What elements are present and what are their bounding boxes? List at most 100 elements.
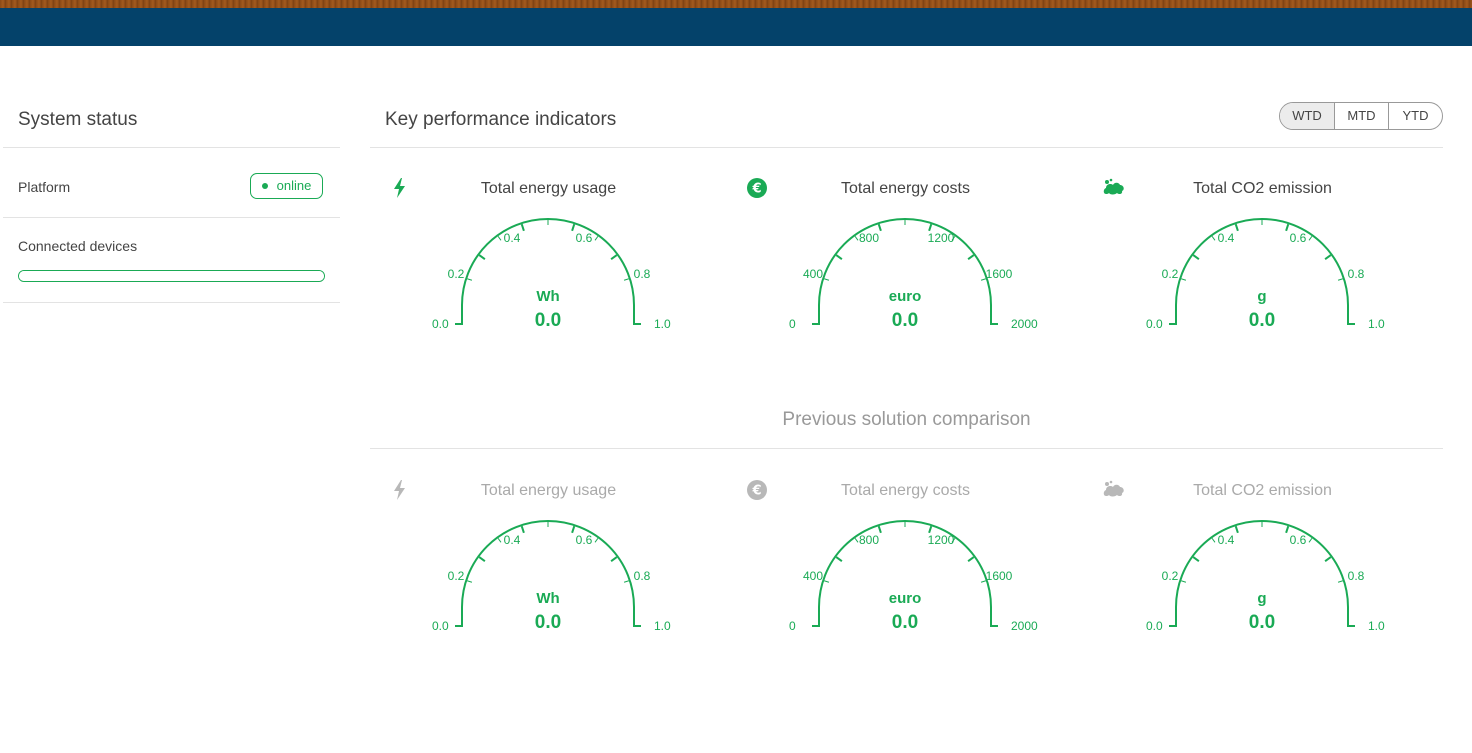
current-1-tick-label: 800 xyxy=(859,231,879,245)
kpi-card-title: Total energy usage xyxy=(480,180,617,197)
kpi-card-previous-2: Total CO2 emission 0.0 0.2 0.4 0.6 0.8 1.0 g 0.0 xyxy=(1084,450,1441,690)
previous-0-tick-label: 0.0 xyxy=(432,619,449,633)
previous-2-tick-label: 0.6 xyxy=(1290,533,1307,547)
current-2-gauge-tick xyxy=(1211,235,1216,241)
previous-2-gauge-tick xyxy=(1324,556,1332,562)
previous-2-gauge-tick xyxy=(1308,537,1313,543)
previous-0-gauge-tick xyxy=(520,525,525,534)
previous-2-gauge-tick xyxy=(1181,580,1187,583)
current-1-gauge-leg xyxy=(990,305,998,325)
current-2-tick-label: 0.2 xyxy=(1162,267,1179,281)
previous-0-tick-label: 0.6 xyxy=(576,533,593,547)
current-1-tick-label: 1200 xyxy=(928,231,955,245)
platform-status-badge: online xyxy=(250,173,323,199)
current-1-gauge: 0 400 800 1200 1600 2000 euro 0.0 xyxy=(789,218,1038,331)
current-0-gauge-tick xyxy=(467,278,473,281)
current-0-tick-label: 0.8 xyxy=(634,267,651,281)
previous-1-unit: euro xyxy=(889,590,922,607)
previous-0-gauge-tick xyxy=(478,556,486,562)
kpi-panel: Key performance indicators WTD MTD YTD Tot… xyxy=(370,96,1443,388)
kpi-card-previous-0: Total energy usage 0.0 0.2 0.4 0.6 0.8 1.0 Wh 0.… xyxy=(370,450,727,690)
previous-2-gauge-tick xyxy=(1211,537,1216,543)
current-2-gauge-tick xyxy=(1234,223,1239,232)
previous-1-tick-label: 2000 xyxy=(1011,619,1038,633)
previous-1-tick-label: 1200 xyxy=(928,533,955,547)
previous-2-gauge-tick xyxy=(1285,525,1290,534)
previous-1-gauge-leg xyxy=(812,607,820,627)
connected-devices-progress-fill xyxy=(19,271,324,281)
previous-0-gauge-tick xyxy=(571,525,576,534)
previous-2-gauge-leg xyxy=(1347,607,1355,627)
current-2-gauge-leg xyxy=(1347,305,1355,325)
previous-1-value: 0.0 xyxy=(892,612,918,633)
current-1-tick-label: 2000 xyxy=(1011,317,1038,331)
previous-2-gauge-leg xyxy=(1169,607,1177,627)
previous-2-gauge-tick xyxy=(1337,580,1343,583)
current-0-gauge-tick xyxy=(571,223,576,232)
previous-0-gauge-tick xyxy=(623,580,629,583)
kpi-card-title: Total energy costs xyxy=(841,180,970,197)
connected-devices-row: Connected devices xyxy=(3,218,340,303)
top-navigation-bar xyxy=(0,8,1472,46)
current-0-gauge-tick xyxy=(497,235,502,241)
current-1-gauge-tick xyxy=(854,235,859,241)
current-0-value: 0.0 xyxy=(535,310,561,331)
current-2-gauge-tick xyxy=(1324,254,1332,260)
current-2-unit: g xyxy=(1257,288,1266,305)
previous-1-gauge-tick xyxy=(854,537,859,543)
previous-0-gauge-tick xyxy=(610,556,618,562)
current-1-value: 0.0 xyxy=(892,310,918,331)
connected-devices-label: Connected devices xyxy=(18,238,138,254)
current-1-gauge-leg xyxy=(812,305,820,325)
gauge-container: 0.0 0.2 0.4 0.6 0.8 1.0 g 0.0 xyxy=(1112,516,1412,666)
current-2-gauge-leg xyxy=(1169,305,1177,325)
previous-0-gauge: 0.0 0.2 0.4 0.6 0.8 1.0 Wh 0.0 xyxy=(432,520,671,633)
previous-1-gauge: 0 400 800 1200 1600 2000 euro 0.0 xyxy=(789,520,1038,633)
current-2-tick-label: 1.0 xyxy=(1368,317,1385,331)
kpi-gauge-row: Total energy usage 0.0 0.2 0.4 0.6 0.8 1.0 Wh 0.… xyxy=(370,148,1443,388)
period-wtd-button[interactable]: WTD xyxy=(1280,103,1334,129)
gauge-container: 0.0 0.2 0.4 0.6 0.8 1.0 Wh 0.0 xyxy=(398,516,698,666)
current-2-value: 0.0 xyxy=(1249,310,1275,331)
previous-1-tick-label: 0 xyxy=(789,619,796,633)
current-2-tick-label: 0.6 xyxy=(1290,231,1307,245)
current-0-gauge-tick xyxy=(623,278,629,281)
previous-0-gauge-tick xyxy=(497,537,502,543)
previous-2-value: 0.0 xyxy=(1249,612,1275,633)
previous-0-gauge-tick xyxy=(467,580,473,583)
period-mtd-button[interactable]: MTD xyxy=(1334,103,1388,129)
connected-devices-progress xyxy=(18,270,325,282)
current-0-tick-label: 0.4 xyxy=(504,231,521,245)
previous-2-tick-label: 0.8 xyxy=(1348,569,1365,583)
previous-1-gauge-tick xyxy=(877,525,882,534)
kpi-card-current-0: Total energy usage 0.0 0.2 0.4 0.6 0.8 1.0 Wh 0.… xyxy=(370,148,727,388)
current-1-tick-label: 1600 xyxy=(986,267,1013,281)
current-0-gauge-leg xyxy=(455,305,463,325)
current-0-tick-label: 0.2 xyxy=(448,267,465,281)
previous-2-tick-label: 0.2 xyxy=(1162,569,1179,583)
current-0-gauge-tick xyxy=(610,254,618,260)
current-2-gauge-tick xyxy=(1181,278,1187,281)
previous-1-gauge-tick xyxy=(824,580,830,583)
previous-0-gauge-leg xyxy=(455,607,463,627)
previous-0-gauge-tick xyxy=(594,537,599,543)
previous-2-tick-label: 1.0 xyxy=(1368,619,1385,633)
kpi-card-title: Total CO2 emission xyxy=(1193,482,1332,499)
previous-2-unit: g xyxy=(1257,590,1266,607)
current-1-gauge-tick xyxy=(835,254,843,260)
period-ytd-button[interactable]: YTD xyxy=(1388,103,1442,129)
current-1-gauge-tick xyxy=(967,254,975,260)
previous-0-tick-label: 0.2 xyxy=(448,569,465,583)
previous-0-tick-label: 0.8 xyxy=(634,569,651,583)
current-2-gauge-tick xyxy=(1192,254,1200,260)
current-0-gauge: 0.0 0.2 0.4 0.6 0.8 1.0 Wh 0.0 xyxy=(432,218,671,331)
previous-1-gauge-tick xyxy=(835,556,843,562)
kpi-card-current-2: Total CO2 emission 0.0 0.2 0.4 0.6 0.8 1.0 g 0.0 xyxy=(1084,148,1441,388)
platform-status-text: online xyxy=(276,178,312,193)
gauge-container: 0.0 0.2 0.4 0.6 0.8 1.0 Wh 0.0 xyxy=(398,214,698,364)
current-0-tick-label: 0.6 xyxy=(576,231,593,245)
current-2-gauge-tick xyxy=(1285,223,1290,232)
current-2-tick-label: 0.0 xyxy=(1146,317,1163,331)
current-0-gauge-tick xyxy=(478,254,486,260)
gauge-container: 0.0 0.2 0.4 0.6 0.8 1.0 g 0.0 xyxy=(1112,214,1412,364)
